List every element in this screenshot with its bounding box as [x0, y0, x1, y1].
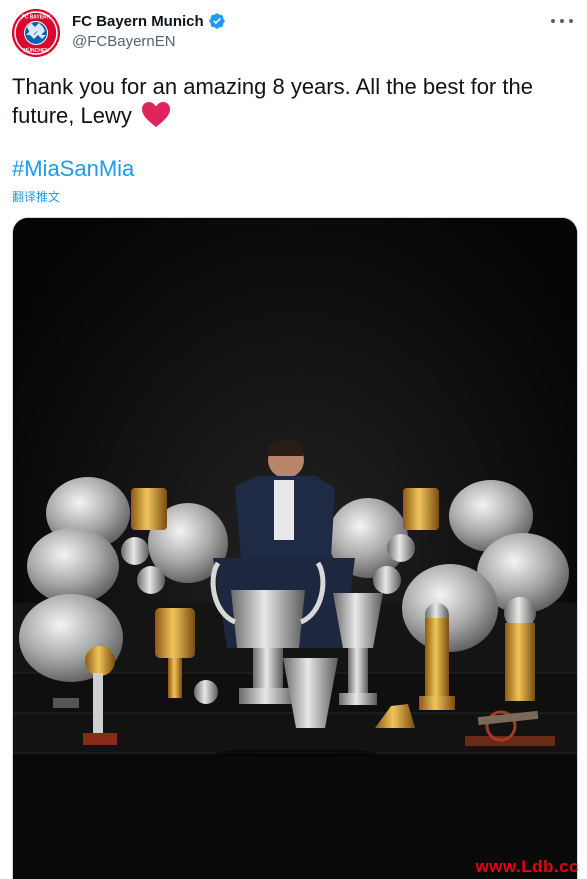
translate-tweet-link[interactable]: 翻译推文: [12, 188, 60, 205]
tweet-text: Thank you for an amazing 8 years. All th…: [12, 72, 572, 130]
author-name-row[interactable]: FC Bayern Munich: [72, 12, 226, 30]
svg-text:FC BAYERN: FC BAYERN: [22, 15, 51, 21]
hashtag-link[interactable]: #MiaSanMia: [12, 156, 134, 182]
tweet-body: Thank you for an amazing 8 years. All th…: [12, 74, 533, 128]
trophy-photo: [13, 218, 577, 879]
fc-bayern-crest-icon: FC BAYERN MÜNCHEN: [12, 9, 60, 57]
tweet-photo[interactable]: [12, 217, 578, 879]
dot-icon: [551, 19, 555, 23]
more-options-button[interactable]: [551, 12, 573, 30]
dot-icon: [560, 19, 564, 23]
dot-icon: [569, 19, 573, 23]
svg-text:MÜNCHEN: MÜNCHEN: [23, 47, 49, 54]
heart-icon: [141, 102, 170, 127]
handle[interactable]: @FCBayernEN: [72, 33, 176, 50]
display-name[interactable]: FC Bayern Munich: [72, 13, 204, 30]
avatar[interactable]: FC BAYERN MÜNCHEN: [12, 9, 60, 57]
watermark-text: www.Ldb.cc: [475, 857, 579, 876]
verified-badge-icon: [209, 13, 225, 29]
tweet-view: FC BAYERN MÜNCHEN FC Bayern Munich @FCBa…: [0, 0, 587, 879]
